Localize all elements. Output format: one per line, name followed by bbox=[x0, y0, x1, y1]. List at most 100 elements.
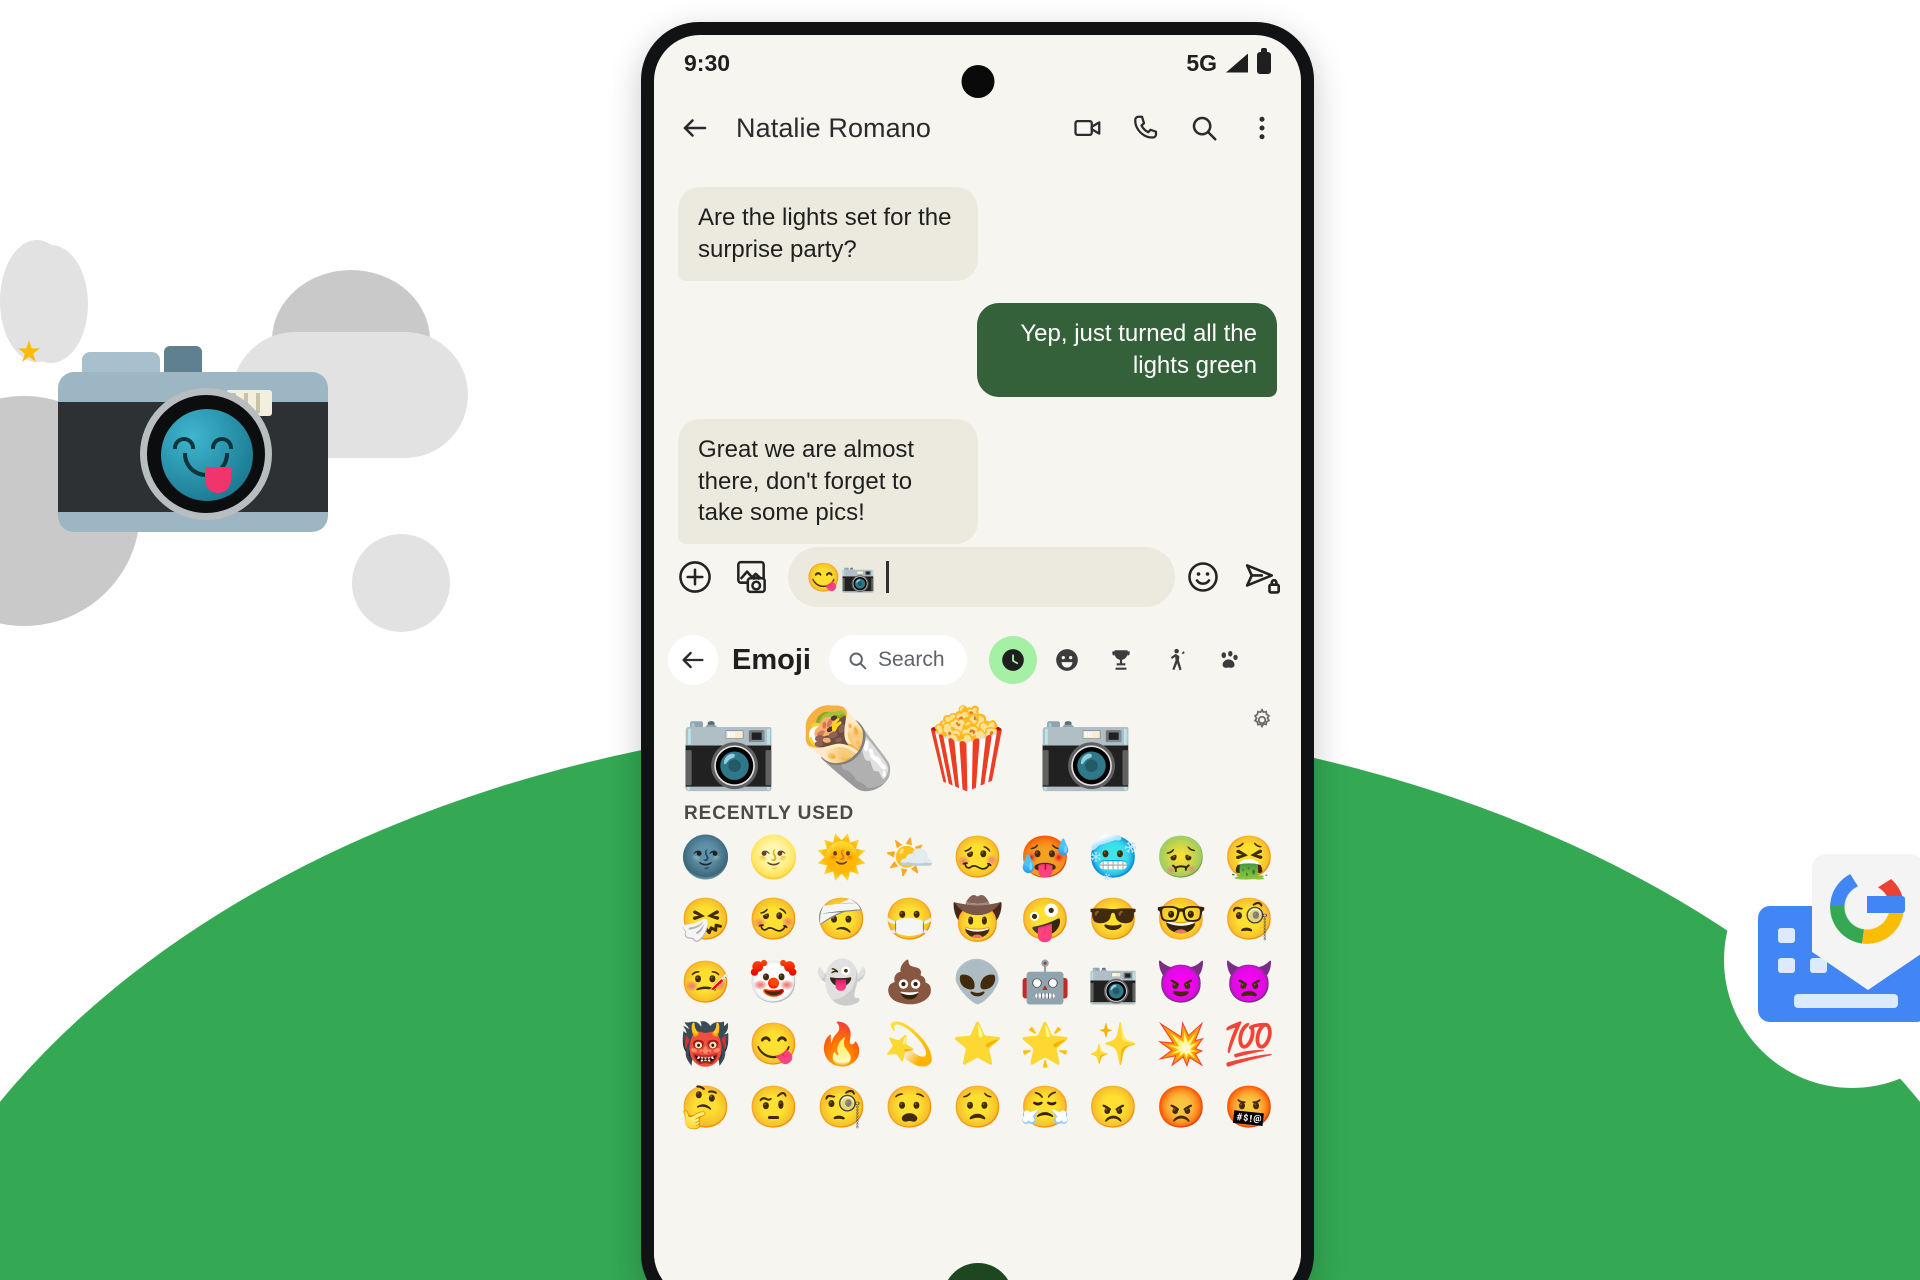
emoji-cell[interactable]: 👿 bbox=[1215, 956, 1283, 1008]
message-bubble-incoming[interactable]: Great we are almost there, don't forget … bbox=[678, 418, 978, 545]
emoji-cell[interactable]: 🤓 bbox=[1147, 893, 1215, 945]
emoji-cell[interactable]: 😧 bbox=[876, 1081, 944, 1133]
category-recent[interactable] bbox=[988, 636, 1037, 684]
emoji-kitchen-suggestions: 📷 🌯 🍿 📷 bbox=[654, 695, 1301, 793]
emoji-cell[interactable]: 🧐 bbox=[1215, 893, 1283, 945]
emoji-cell[interactable]: 🤪 bbox=[1011, 893, 1079, 945]
camera-punch-hole bbox=[961, 65, 994, 98]
emoji-cell[interactable]: 🤮 bbox=[1215, 831, 1283, 883]
emoji-cell[interactable]: 🌞 bbox=[808, 831, 876, 883]
emoji-picker-panel: Emoji Search 📷 🌯 🍿 📷 RECENTLY USED 🌚 🌝 🌞… bbox=[654, 625, 1301, 1280]
back-arrow-icon[interactable] bbox=[680, 113, 710, 143]
battery-icon bbox=[1257, 48, 1271, 74]
emoji-cell[interactable]: 😈 bbox=[1147, 956, 1215, 1008]
emoji-cell[interactable]: 🧐 bbox=[808, 1081, 876, 1133]
video-call-icon[interactable] bbox=[1073, 113, 1103, 143]
emoji-cell[interactable]: 🥶 bbox=[1079, 831, 1147, 883]
emoji-cell[interactable]: 🌚 bbox=[672, 831, 740, 883]
emoji-cell[interactable]: 🤖 bbox=[1011, 956, 1079, 1008]
emoji-cell[interactable]: 💯 bbox=[1215, 1018, 1283, 1070]
decor-blob bbox=[352, 534, 450, 632]
search-icon[interactable] bbox=[1189, 113, 1219, 143]
emoji-cell[interactable]: 👹 bbox=[672, 1018, 740, 1070]
conversation-app-bar: Natalie Romano bbox=[654, 91, 1301, 165]
emoji-cell[interactable]: 😎 bbox=[1079, 893, 1147, 945]
emoji-back-button[interactable] bbox=[668, 635, 718, 685]
emoji-cell[interactable]: 🌟 bbox=[1011, 1018, 1079, 1070]
message-row: Great we are almost there, don't forget … bbox=[678, 418, 1277, 545]
message-row: Are the lights set for the surprise part… bbox=[678, 187, 1277, 281]
emoji-cell[interactable]: 🌤️ bbox=[876, 831, 944, 883]
emoji-cell[interactable]: 🤒 bbox=[672, 956, 740, 1008]
emoji-face-icon[interactable] bbox=[1185, 559, 1221, 595]
category-activity[interactable] bbox=[1097, 636, 1145, 684]
conversation-thread: Are the lights set for the surprise part… bbox=[654, 165, 1301, 545]
screenshot-stage: 9:30 5G Natalie Romano Are the lights se… bbox=[0, 0, 1920, 1280]
emoji-toolbar: Emoji Search bbox=[654, 625, 1301, 695]
emoji-cell[interactable]: 👽 bbox=[944, 956, 1012, 1008]
signal-bars-icon bbox=[1226, 53, 1248, 73]
emoji-cell[interactable]: 🔥 bbox=[808, 1018, 876, 1070]
phone-screen: 9:30 5G Natalie Romano Are the lights se… bbox=[654, 35, 1301, 1280]
camera-emoji-illustration bbox=[48, 310, 338, 550]
contact-name: Natalie Romano bbox=[736, 112, 932, 143]
category-smileys[interactable] bbox=[1043, 636, 1091, 684]
emoji-cell[interactable]: 💥 bbox=[1147, 1018, 1215, 1070]
message-input[interactable]: 😋📷 bbox=[788, 547, 1175, 607]
emoji-cell[interactable]: 😷 bbox=[876, 893, 944, 945]
gallery-camera-icon[interactable] bbox=[732, 558, 770, 596]
category-animals[interactable] bbox=[1205, 636, 1253, 684]
emoji-cell[interactable]: 🤧 bbox=[672, 893, 740, 945]
emoji-kitchen-popcorn-face[interactable]: 🍿 bbox=[918, 709, 1015, 787]
emoji-kitchen-camera-party[interactable]: 📷 bbox=[1037, 709, 1134, 787]
emoji-cell[interactable]: 😋 bbox=[740, 1018, 808, 1070]
emoji-cell[interactable]: 🤔 bbox=[672, 1081, 740, 1133]
settings-gear-icon[interactable] bbox=[1249, 707, 1275, 733]
emoji-kitchen-camera-face[interactable]: 📷 bbox=[680, 709, 777, 787]
text-caret bbox=[885, 561, 889, 593]
add-attachment-icon[interactable] bbox=[676, 558, 714, 596]
emoji-cell[interactable]: ⭐ bbox=[944, 1018, 1012, 1070]
emoji-panel-title: Emoji bbox=[732, 643, 811, 676]
emoji-cell[interactable]: 💫 bbox=[876, 1018, 944, 1070]
compose-bar: 😋📷 bbox=[654, 535, 1301, 623]
emoji-cell[interactable]: 🤡 bbox=[740, 956, 808, 1008]
emoji-cell[interactable]: 📷 bbox=[1079, 956, 1147, 1008]
status-bar: 9:30 5G bbox=[654, 35, 1301, 98]
status-network: 5G bbox=[1186, 49, 1217, 76]
emoji-category-tabs bbox=[988, 636, 1253, 684]
search-icon bbox=[847, 650, 868, 671]
category-people[interactable] bbox=[1151, 636, 1199, 684]
emoji-search-placeholder: Search bbox=[877, 648, 945, 671]
message-row: Yep, just turned all the lights green bbox=[678, 302, 1277, 397]
status-time: 9:30 bbox=[684, 49, 731, 76]
send-encrypted-icon[interactable] bbox=[1241, 557, 1281, 597]
phone-device: 9:30 5G Natalie Romano Are the lights se… bbox=[641, 22, 1314, 1280]
phone-call-icon[interactable] bbox=[1131, 113, 1161, 143]
message-bubble-outgoing[interactable]: Yep, just turned all the lights green bbox=[977, 302, 1277, 397]
emoji-cell[interactable]: 😠 bbox=[1079, 1081, 1147, 1133]
message-bubble-incoming[interactable]: Are the lights set for the surprise part… bbox=[678, 187, 978, 281]
emoji-cell[interactable]: 🌝 bbox=[740, 831, 808, 883]
home-indicator-circle bbox=[942, 1263, 1013, 1280]
emoji-kitchen-burrito-face[interactable]: 🌯 bbox=[799, 709, 896, 787]
emoji-cell[interactable]: ✨ bbox=[1079, 1018, 1147, 1070]
emoji-cell[interactable]: 😡 bbox=[1147, 1081, 1215, 1133]
emoji-cell[interactable]: 🤨 bbox=[740, 1081, 808, 1133]
emoji-cell[interactable]: 👻 bbox=[808, 956, 876, 1008]
recently-used-label: RECENTLY USED bbox=[684, 803, 855, 824]
emoji-cell[interactable]: 🥵 bbox=[1011, 831, 1079, 883]
emoji-cell[interactable]: 😟 bbox=[944, 1081, 1012, 1133]
emoji-cell[interactable]: 🤠 bbox=[944, 893, 1012, 945]
emoji-grid: 🌚 🌝 🌞 🌤️ 🥴 🥵 🥶 🤢 🤮 🤧 🥴 🤕 😷 🤠 🤪 😎 🤓 🧐 🤒 🤡 👻 💩 👽 🤖 📷 😈 👿 👹 😋 🔥 💫 ⭐ 🌟 ✨ 💥 💯 🤔 🤨 🧐… bbox=[654, 831, 1301, 1133]
message-input-value: 😋📷 bbox=[806, 561, 876, 593]
emoji-cell[interactable]: 🥴 bbox=[740, 893, 808, 945]
emoji-search-input[interactable]: Search bbox=[828, 635, 967, 685]
emoji-cell[interactable]: 😤 bbox=[1011, 1081, 1079, 1133]
emoji-cell[interactable]: 🤬 bbox=[1215, 1081, 1283, 1133]
overflow-menu-icon[interactable] bbox=[1247, 113, 1277, 143]
emoji-cell[interactable]: 🤕 bbox=[808, 893, 876, 945]
emoji-cell[interactable]: 🤢 bbox=[1147, 831, 1215, 883]
emoji-cell[interactable]: 💩 bbox=[876, 956, 944, 1008]
emoji-cell[interactable]: 🥴 bbox=[944, 831, 1012, 883]
